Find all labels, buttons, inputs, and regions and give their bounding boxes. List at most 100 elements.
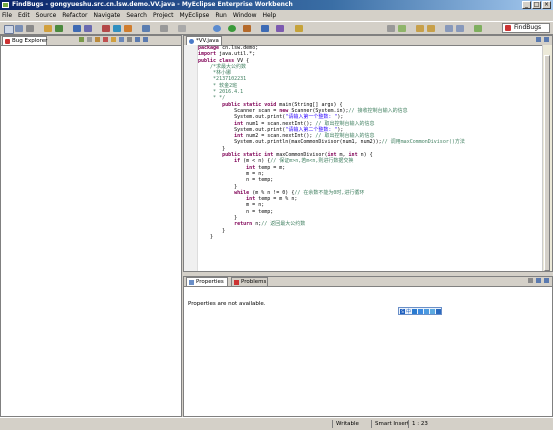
collapse-icon[interactable] bbox=[79, 37, 84, 42]
forward-icon[interactable] bbox=[456, 25, 464, 32]
filter-icon[interactable] bbox=[87, 37, 92, 42]
menu-file[interactable]: File bbox=[2, 12, 12, 19]
editor-scrollbar[interactable] bbox=[542, 45, 552, 271]
server-icon[interactable] bbox=[44, 25, 52, 32]
minimize-button[interactable]: _ bbox=[522, 1, 531, 9]
menu-refactor[interactable]: Refactor bbox=[62, 12, 87, 19]
skin-icon[interactable] bbox=[424, 308, 430, 314]
save-icon[interactable] bbox=[15, 25, 23, 32]
wizard-icon[interactable] bbox=[124, 25, 132, 32]
code-token: main(String[] args) { bbox=[279, 101, 343, 108]
menu-edit[interactable]: Edit bbox=[18, 12, 30, 19]
tab-label: Properties bbox=[196, 279, 224, 285]
minimize-view-icon[interactable] bbox=[135, 37, 140, 42]
previous-annotation-icon[interactable] bbox=[427, 25, 435, 32]
tool-icon[interactable] bbox=[178, 25, 186, 32]
app-icon bbox=[2, 2, 9, 8]
back-icon[interactable] bbox=[445, 25, 453, 32]
link-icon[interactable] bbox=[103, 37, 108, 42]
run-icon[interactable] bbox=[228, 25, 236, 32]
menu-project[interactable]: Project bbox=[153, 12, 174, 19]
tool-icon[interactable] bbox=[436, 308, 442, 314]
tab-vv-java[interactable]: *VV.java bbox=[186, 36, 222, 45]
minimize-editor-icon[interactable] bbox=[536, 37, 541, 42]
code-token: return bbox=[234, 221, 256, 228]
refresh-icon[interactable] bbox=[119, 37, 124, 42]
main-toolbar bbox=[0, 21, 553, 35]
maximize-view-icon[interactable] bbox=[544, 278, 549, 283]
status-cursor-position: 1 : 23 bbox=[408, 420, 428, 428]
bug-explorer-panel: Bug Explorer bbox=[0, 35, 182, 417]
web-browser-icon[interactable] bbox=[84, 25, 92, 32]
title-bar[interactable]: FindBugs - gongyueshu.src.cn.lsw.demo.VV… bbox=[0, 0, 553, 10]
perspective-findbugs[interactable]: FindBugs bbox=[502, 23, 550, 33]
menu-myeclipse[interactable]: MyEclipse bbox=[180, 12, 210, 19]
editor-gutter bbox=[184, 45, 198, 271]
pin-icon[interactable] bbox=[398, 25, 406, 32]
network-icon[interactable] bbox=[113, 25, 121, 32]
close-button[interactable]: × bbox=[542, 1, 551, 9]
menu-source[interactable]: Source bbox=[36, 12, 57, 19]
scrollbar-thumb[interactable] bbox=[544, 55, 550, 271]
code-token: System.out.println(maxCommonDivisor(num1… bbox=[198, 139, 382, 146]
search-icon[interactable] bbox=[295, 25, 303, 32]
maximize-button[interactable]: □ bbox=[532, 1, 541, 9]
ime-mode-label[interactable]: 中 bbox=[406, 308, 411, 315]
maximize-view-icon[interactable] bbox=[143, 37, 148, 42]
print-icon[interactable] bbox=[26, 25, 34, 32]
code-token: int bbox=[246, 164, 259, 171]
bug-icon bbox=[505, 25, 511, 31]
code-token: n) { bbox=[360, 152, 373, 159]
punctuation-icon[interactable] bbox=[412, 308, 418, 314]
maximize-editor-icon[interactable] bbox=[544, 37, 549, 42]
open-perspective-button-icon[interactable] bbox=[474, 25, 482, 32]
status-bar: Writable Smart Insert 1 : 23 bbox=[0, 417, 553, 430]
code-area[interactable]: package cn.lsw.demo; import java.util.*; p… bbox=[198, 45, 542, 271]
menu-window[interactable]: Window bbox=[233, 12, 257, 19]
minimize-view-icon[interactable] bbox=[536, 278, 541, 283]
deploy-icon[interactable] bbox=[55, 25, 63, 32]
tab-bug-explorer[interactable]: Bug Explorer bbox=[2, 36, 47, 45]
menu-icon[interactable] bbox=[430, 308, 436, 314]
sort-icon[interactable] bbox=[111, 37, 116, 42]
code-token: n = temp; bbox=[198, 208, 274, 215]
window-title: FindBugs - gongyueshu.src.cn.lsw.demo.VV… bbox=[12, 1, 293, 8]
report-icon[interactable] bbox=[102, 25, 110, 32]
code-token: } bbox=[198, 145, 226, 152]
code-token: if bbox=[234, 158, 244, 165]
open-resource-icon[interactable] bbox=[276, 25, 284, 32]
code-token: *2137102231 bbox=[198, 76, 247, 83]
debug-icon[interactable] bbox=[213, 25, 221, 32]
menu-navigate[interactable]: Navigate bbox=[93, 12, 120, 19]
ime-logo-icon[interactable]: S bbox=[400, 308, 405, 314]
code-line[interactable]: } bbox=[198, 234, 542, 240]
code-token: // 调用maxCommonDivisor()方法 bbox=[381, 139, 465, 146]
view-menu-icon[interactable] bbox=[528, 278, 533, 283]
settings-icon[interactable] bbox=[160, 25, 168, 32]
next-annotation-icon[interactable] bbox=[416, 25, 424, 32]
menu-bar: File Edit Source Refactor Navigate Searc… bbox=[0, 10, 553, 21]
open-perspective-icon[interactable] bbox=[142, 25, 150, 32]
status-insert-mode: Smart Insert bbox=[371, 420, 409, 428]
open-type-icon[interactable] bbox=[73, 25, 81, 32]
view-menu-icon[interactable] bbox=[127, 37, 132, 42]
code-token: System.out.print( bbox=[198, 114, 286, 121]
external-tools-icon[interactable] bbox=[243, 25, 251, 32]
group-icon[interactable] bbox=[95, 37, 100, 42]
menu-run[interactable]: Run bbox=[215, 12, 227, 19]
ime-toolbar[interactable]: S 中 bbox=[398, 307, 442, 315]
menu-search[interactable]: Search bbox=[126, 12, 147, 19]
code-token: java.util.*; bbox=[219, 51, 256, 58]
code-token: cn.lsw.demo; bbox=[222, 45, 259, 51]
tab-label: Problems bbox=[241, 279, 267, 285]
status-writable: Writable bbox=[332, 420, 359, 428]
annotation-icon[interactable] bbox=[387, 25, 395, 32]
menu-help[interactable]: Help bbox=[263, 12, 277, 19]
code-token: import bbox=[198, 51, 220, 58]
tab-problems[interactable]: Problems bbox=[231, 277, 268, 286]
soft-keyboard-icon[interactable] bbox=[418, 308, 424, 314]
tab-properties[interactable]: Properties bbox=[186, 277, 228, 286]
new-icon[interactable] bbox=[4, 25, 14, 34]
code-token: int bbox=[234, 120, 247, 127]
new-class-icon[interactable] bbox=[261, 25, 269, 32]
